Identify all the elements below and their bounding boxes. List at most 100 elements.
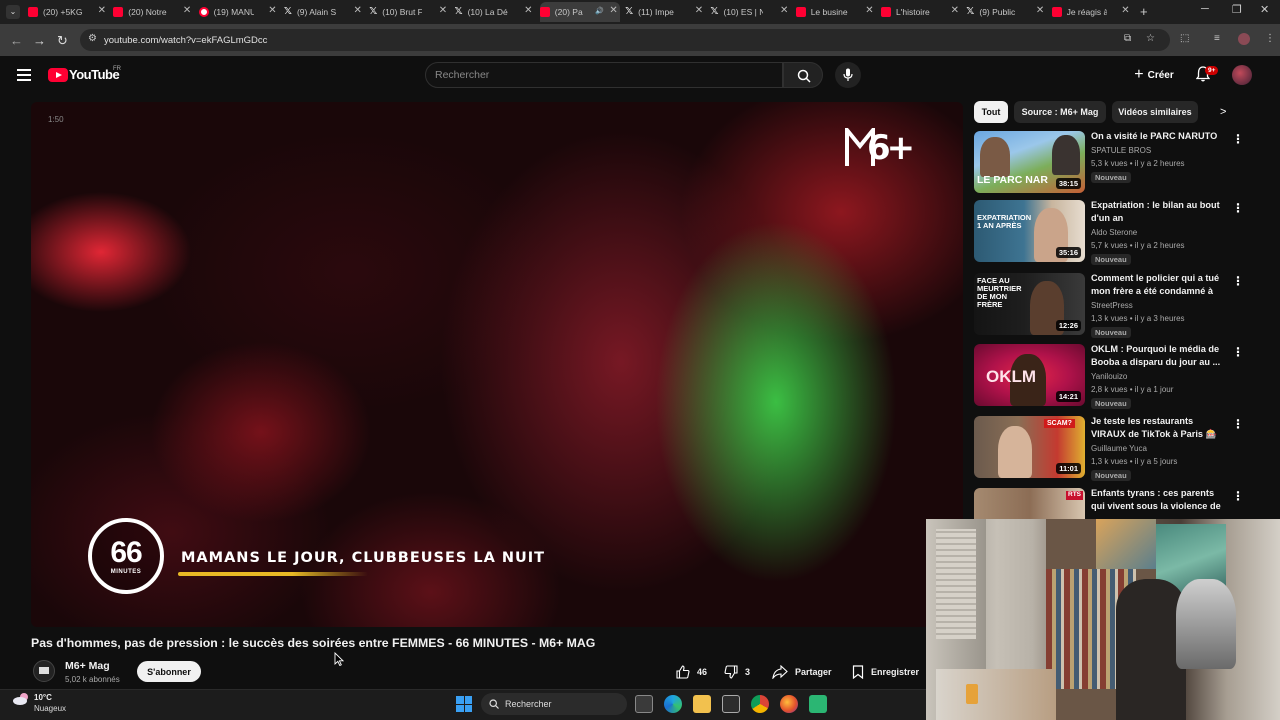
recommendation-item[interactable]: LE PARC NAR 38:15 On a visité le PARC NA… [974, 131, 1264, 197]
chrome-icon[interactable] [751, 695, 769, 713]
browser-tab[interactable]: (19) MANU ✕ [198, 2, 279, 22]
browser-tab[interactable]: (20) +5KG ✕ [28, 2, 108, 22]
recommendation-item[interactable]: EXPATRIATION 1 AN APRÈS 35:16 Expatriati… [974, 200, 1264, 266]
recommendation-item[interactable]: FACE AU MEURTRIER DE MON FRÈRE 12:26 Com… [974, 273, 1264, 339]
recommendation-channel[interactable]: Guillaume Yuca [1091, 444, 1147, 453]
browser-tab[interactable]: 𝕏 (9) Public ✕ [966, 2, 1046, 22]
recommendation-title[interactable]: OKLM : Pourquoi le média de Booba a disp… [1091, 343, 1227, 368]
weather-temperature[interactable]: 10°C [34, 693, 52, 702]
video-thumbnail[interactable]: FACE AU MEURTRIER DE MON FRÈRE 12:26 [974, 273, 1085, 335]
firefox-icon[interactable] [780, 695, 798, 713]
channel-avatar[interactable] [33, 660, 55, 682]
install-app-icon[interactable]: ⧉ [1124, 33, 1131, 44]
recommendation-channel[interactable]: Aldo Sterone [1091, 228, 1137, 237]
search-input[interactable] [435, 68, 765, 82]
windows-start-icon[interactable] [456, 696, 472, 712]
browser-tab[interactable]: 𝕏 (10) La Dé ✕ [455, 2, 535, 22]
close-tab-icon[interactable]: ✕ [354, 5, 362, 16]
more-options-icon[interactable]: ⋮ [1232, 275, 1244, 287]
close-tab-icon[interactable]: ✕ [524, 5, 532, 16]
close-tab-icon[interactable]: ✕ [98, 5, 106, 16]
recommendation-channel[interactable]: SPATULE BROS [1091, 146, 1151, 155]
recommendation-title[interactable]: Expatriation : le bilan au bout d'un an [1091, 199, 1227, 224]
recommendation-item[interactable]: RTS Enfants tyrans : ces parents qui viv… [974, 488, 1264, 519]
browser-tab[interactable]: (20) Pa 🔊 ✕ [539, 2, 620, 22]
close-tab-icon[interactable]: ✕ [268, 5, 276, 16]
subscribe-button[interactable]: S'abonner [137, 661, 201, 682]
video-thumbnail[interactable]: OKLM 14:21 [974, 344, 1085, 406]
youtube-logo-icon[interactable] [48, 68, 68, 82]
chip-source[interactable]: Source : M6+ Mag [1014, 101, 1106, 123]
edge-icon[interactable] [664, 695, 682, 713]
bookmark-star-icon[interactable]: ☆ [1146, 33, 1155, 44]
share-button[interactable]: Partager [772, 661, 832, 683]
site-info-icon[interactable]: ⚙ [88, 33, 97, 44]
video-player[interactable]: 1:50 6+ 66 MINUTES MAMANS LE JOUR, CLUBB… [31, 102, 963, 627]
taskbar-search-label[interactable]: Rechercher [505, 699, 552, 709]
browser-tab[interactable]: L'histoire ✕ [881, 2, 961, 22]
browser-tab[interactable]: 𝕏 (10) Brut F ✕ [369, 2, 449, 22]
recommendation-item[interactable]: SCAM? 11:01 Je teste les restaurants VIR… [974, 416, 1264, 482]
weather-description[interactable]: Nuageux [34, 704, 66, 713]
chevron-right-icon[interactable]: > [1220, 106, 1226, 118]
speaker-icon[interactable]: 🔊 [595, 7, 604, 15]
recommendation-title[interactable]: On a visité le PARC NARUTO [1091, 130, 1227, 143]
url-text[interactable]: youtube.com/watch?v=ekFAGLmGDcc [104, 35, 267, 46]
save-button[interactable]: Enregistrer [852, 661, 919, 683]
chip-tout[interactable]: Tout [974, 101, 1008, 123]
recommendation-channel[interactable]: Yanilouizo [1091, 372, 1127, 381]
video-thumbnail[interactable]: LE PARC NAR 38:15 [974, 131, 1085, 193]
more-options-icon[interactable]: ⋮ [1232, 346, 1244, 358]
tab-search-icon[interactable]: ⌄ [6, 5, 20, 19]
channel-name[interactable]: M6+ Mag [65, 660, 110, 672]
browser-tab[interactable]: 𝕏 (10) ES | N ✕ [710, 2, 790, 22]
video-thumbnail[interactable]: EXPATRIATION 1 AN APRÈS 35:16 [974, 200, 1085, 262]
close-window-icon[interactable]: ✕ [1260, 3, 1269, 16]
close-tab-icon[interactable]: ✕ [951, 5, 959, 16]
more-options-icon[interactable]: ⋮ [1232, 490, 1244, 502]
close-tab-icon[interactable]: ✕ [1036, 5, 1044, 16]
maximize-icon[interactable]: ❐ [1232, 3, 1242, 16]
recommendation-item[interactable]: OKLM 14:21 OKLM : Pourquoi le média de B… [974, 344, 1264, 410]
browser-tab[interactable]: Le busine ✕ [795, 2, 876, 22]
forward-icon[interactable]: → [33, 33, 46, 48]
close-tab-icon[interactable]: ✕ [780, 5, 788, 16]
close-tab-icon[interactable]: ✕ [439, 5, 447, 16]
like-button[interactable]: 46 [676, 661, 707, 683]
recommendation-title[interactable]: Enfants tyrans : ces parents qui vivent … [1091, 488, 1227, 513]
browser-tab[interactable]: 𝕏 (11) Impe ✕ [625, 2, 705, 22]
app-icon[interactable] [809, 695, 827, 713]
recommendation-title[interactable]: Je teste les restaurants VIRAUX de TikTo… [1091, 415, 1227, 441]
youtube-wordmark[interactable]: YouTube [69, 67, 120, 82]
extensions-icon[interactable]: ⬚ [1180, 33, 1189, 44]
video-thumbnail[interactable]: RTS [974, 488, 1085, 519]
video-thumbnail[interactable]: SCAM? 11:01 [974, 416, 1085, 478]
menu-icon[interactable] [17, 69, 31, 84]
browser-tab[interactable]: (20) Notre ✕ [113, 2, 193, 22]
voice-search-button[interactable] [835, 62, 861, 88]
close-tab-icon[interactable]: ✕ [183, 5, 191, 16]
browser-tab[interactable]: 𝕏 (9) Alain S ✕ [284, 2, 364, 22]
profile-avatar[interactable] [1238, 33, 1250, 45]
recommendation-channel[interactable]: StreetPress [1091, 301, 1133, 310]
more-options-icon[interactable]: ⋮ [1232, 133, 1244, 145]
minimize-icon[interactable]: ─ [1201, 3, 1209, 15]
tab-groups-icon[interactable]: ≡ [1214, 33, 1220, 44]
dislike-button[interactable]: 3 [724, 661, 750, 683]
cloud-weather-icon[interactable] [12, 692, 30, 706]
account-avatar[interactable] [1232, 65, 1252, 85]
browser-tab[interactable]: Je réagis à ✕ [1051, 2, 1132, 22]
close-tab-icon[interactable]: ✕ [609, 5, 617, 16]
close-tab-icon[interactable]: ✕ [1121, 5, 1129, 16]
taskbar-search-box[interactable] [481, 693, 627, 715]
browser-menu-icon[interactable]: ⋮ [1265, 33, 1275, 44]
create-button[interactable]: + Créer [1126, 62, 1182, 88]
task-view-icon[interactable] [635, 695, 653, 713]
file-explorer-icon[interactable] [693, 695, 711, 713]
close-tab-icon[interactable]: ✕ [865, 5, 873, 16]
search-button[interactable] [783, 62, 823, 88]
store-icon[interactable] [722, 695, 740, 713]
new-tab-icon[interactable]: + [1140, 4, 1148, 19]
more-options-icon[interactable]: ⋮ [1232, 418, 1244, 430]
recommendation-title[interactable]: Comment le policier qui a tué mon frère … [1091, 272, 1227, 298]
